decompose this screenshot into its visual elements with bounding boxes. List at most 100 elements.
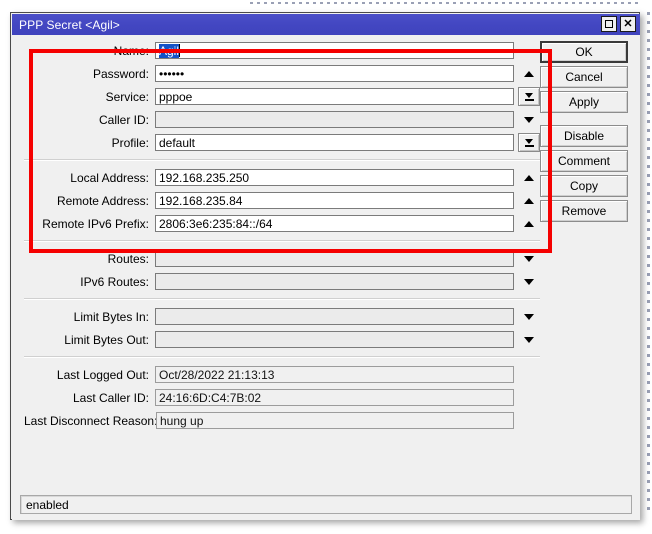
form-row: Profile: default (24, 131, 540, 154)
form-row: Last Caller ID: 24:16:6D:C4:7B:02 (24, 386, 540, 409)
field-label: Last Caller ID: (72, 390, 149, 405)
form-row: Name: Agil (24, 39, 540, 62)
field-label: Remote Address: (56, 193, 149, 208)
bar-glyph (524, 98, 534, 101)
status-bar: enabled (20, 495, 632, 514)
field-value: Oct/28/2022 21:13:13 (159, 367, 275, 382)
remove-button[interactable]: Remove (540, 200, 628, 222)
triangle-down-glyph (525, 138, 534, 144)
chevron-down-icon[interactable] (518, 272, 540, 291)
form-row: Last Disconnect Reason: hung up (24, 409, 540, 432)
triangle-up-glyph (524, 174, 535, 181)
field-label: Password: (92, 66, 149, 81)
status-text: enabled (26, 497, 69, 512)
ppp-secret-form: Name: Agil Password: •••••• Service: pppoe Cal… (24, 39, 540, 432)
field-label: Routes: (107, 251, 149, 266)
capture-edge-top (0, 0, 652, 12)
field-input[interactable]: 192.168.235.84 (155, 192, 515, 209)
form-row: Local Address: 192.168.235.250 (24, 166, 540, 189)
field-input[interactable]: default (154, 134, 515, 151)
dropdown-button[interactable] (518, 87, 540, 106)
window-titlebar[interactable]: PPP Secret <Agil> ✕ (12, 14, 640, 35)
button-label: Remove (561, 204, 607, 218)
chevron-up-icon[interactable] (518, 214, 540, 233)
field-input[interactable] (155, 111, 515, 128)
form-row: Service: pppoe (24, 85, 540, 108)
field-value: 24:16:6D:C4:7B:02 (159, 390, 262, 405)
triangle-down-glyph (524, 116, 535, 123)
field-input[interactable]: pppoe (154, 88, 515, 105)
arrow-to-bar-icon (524, 138, 534, 147)
field-value: default (158, 135, 196, 150)
button-label: Apply (568, 95, 600, 109)
close-icon[interactable]: ✕ (620, 16, 636, 32)
field-input[interactable]: 192.168.235.250 (155, 169, 515, 186)
field-input[interactable] (155, 331, 515, 348)
field-input[interactable]: •••••• (155, 65, 515, 82)
field-value: 192.168.235.84 (159, 193, 243, 208)
field-input: 24:16:6D:C4:7B:02 (155, 389, 515, 406)
field-input[interactable]: Agil (155, 42, 515, 59)
field-control-none (518, 388, 540, 407)
field-control-none (518, 365, 540, 384)
field-control-none (518, 411, 540, 430)
dialog-button-column: OK Cancel Apply Disable Comment Copy Remove (540, 41, 628, 222)
field-value: •••••• (159, 66, 185, 81)
ppp-secret-dialog: PPP Secret <Agil> ✕ Name: Agil Password: ••… (10, 12, 640, 520)
field-input[interactable]: 2806:3e6:235:84::/64 (155, 215, 515, 232)
window-title: PPP Secret <Agil> (19, 17, 120, 32)
dropdown-button[interactable] (518, 133, 540, 152)
triangle-up-glyph (524, 220, 535, 227)
field-label: Local Address: (70, 170, 149, 185)
field-input[interactable] (155, 308, 515, 325)
copy-button[interactable]: Copy (540, 175, 628, 197)
field-value: 192.168.235.250 (159, 170, 250, 185)
field-value: pppoe (158, 89, 193, 104)
chevron-down-icon[interactable] (518, 249, 540, 268)
chevron-down-icon[interactable] (518, 307, 540, 326)
chevron-up-icon[interactable] (518, 191, 540, 210)
maximize-icon[interactable] (601, 16, 617, 32)
dialog-client-area: Name: Agil Password: •••••• Service: pppoe Cal… (12, 35, 640, 520)
triangle-down-glyph (524, 336, 535, 343)
apply-button[interactable]: Apply (540, 91, 628, 113)
form-row: Caller ID: (24, 108, 540, 131)
form-row: IPv6 Routes: (24, 270, 540, 293)
capture-edge-right (647, 12, 650, 512)
comment-button[interactable]: Comment (540, 150, 628, 172)
disable-button[interactable]: Disable (540, 125, 628, 147)
form-row: Limit Bytes In: (24, 305, 540, 328)
button-label: Comment (557, 154, 610, 168)
field-input: hung up (156, 412, 515, 429)
section-separator (24, 356, 540, 358)
chevron-up-icon[interactable] (518, 64, 540, 83)
triangle-down-glyph (524, 278, 535, 285)
chevron-down-icon[interactable] (518, 110, 540, 129)
field-label: Caller ID: (98, 112, 149, 127)
button-label: OK (575, 45, 593, 59)
form-row: Remote Address: 192.168.235.84 (24, 189, 540, 212)
chevron-down-icon[interactable] (518, 330, 540, 349)
bar-glyph (524, 144, 534, 147)
form-row: Routes: (24, 247, 540, 270)
button-label: Cancel (565, 70, 603, 84)
cancel-button[interactable]: Cancel (540, 66, 628, 88)
triangle-up-glyph (524, 197, 535, 204)
field-value: 2806:3e6:235:84::/64 (159, 216, 273, 231)
section-separator (24, 240, 540, 242)
field-label: Last Disconnect Reason: (24, 413, 158, 428)
section-separator (24, 159, 540, 161)
field-label: Name: (113, 43, 149, 58)
chevron-up-icon[interactable] (518, 168, 540, 187)
field-input[interactable] (155, 250, 515, 267)
button-label: Disable (563, 129, 605, 143)
arrow-to-bar-icon (524, 92, 534, 101)
field-label: Limit Bytes Out: (64, 332, 149, 347)
triangle-down-glyph (525, 92, 534, 98)
field-value: hung up (160, 413, 204, 428)
field-label: IPv6 Routes: (80, 274, 149, 289)
triangle-down-glyph (524, 255, 535, 262)
field-input[interactable] (155, 273, 515, 290)
form-row: Password: •••••• (24, 62, 540, 85)
ok-button[interactable]: OK (540, 41, 628, 63)
